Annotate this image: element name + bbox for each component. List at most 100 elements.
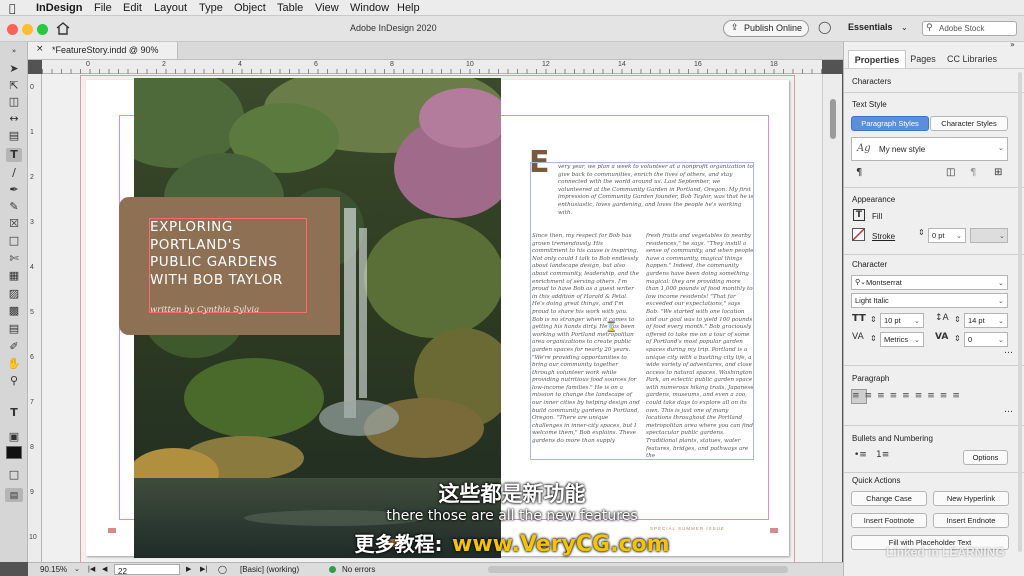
free-transform-tool-icon[interactable]: ▦: [6, 269, 22, 283]
content-collector-icon[interactable]: ▤: [6, 129, 22, 143]
more-options-icon[interactable]: ⊞: [994, 167, 1002, 178]
minimize-window-button[interactable]: [22, 24, 33, 35]
menu-help[interactable]: Help: [397, 2, 420, 14]
direct-selection-tool-icon[interactable]: ⇱: [6, 79, 22, 93]
numbered-list-icon[interactable]: 1≡: [876, 450, 889, 460]
hand-tool-icon[interactable]: ✋: [6, 357, 22, 371]
line-tool-icon[interactable]: ∕: [6, 166, 22, 180]
rectangle-frame-tool-icon[interactable]: ☒: [6, 217, 22, 231]
font-style-select[interactable]: Light Italic ⌄: [851, 293, 1008, 308]
fill-swatch[interactable]: [6, 446, 22, 459]
stroke-weight-stepper[interactable]: ⇕: [918, 228, 925, 237]
text-style-heading: Text Style: [852, 100, 887, 109]
bulleted-list-icon[interactable]: •≡: [854, 450, 867, 460]
leading-stepper[interactable]: ⇕: [954, 315, 961, 324]
workspace-switcher[interactable]: Essentials ⌄: [848, 22, 908, 32]
paragraph-style-select[interactable]: Ag My new style ⌄: [851, 137, 1008, 161]
character-styles-tab[interactable]: Character Styles: [930, 116, 1008, 131]
publish-online-button[interactable]: ⇪ Publish Online: [723, 20, 809, 37]
font-family-select[interactable]: ⚲⌄ Montserrat ⌄: [851, 275, 1008, 290]
tab-pages[interactable]: Pages: [906, 50, 940, 68]
publish-icon: ⇪: [731, 23, 739, 33]
rectangle-tool-icon[interactable]: □: [6, 234, 22, 248]
note-tool-icon[interactable]: ▤: [6, 322, 22, 336]
leading-field[interactable]: 14 pt ⌄: [964, 313, 1008, 328]
stroke-label[interactable]: Stroke: [872, 232, 895, 241]
font-size-stepper[interactable]: ⇕: [870, 315, 877, 324]
page-tool-icon[interactable]: ◫: [6, 95, 22, 109]
stock-search-input[interactable]: ⚲ Adobe Stock: [922, 21, 1017, 36]
page-number-field[interactable]: 22: [114, 564, 180, 576]
kerning-stepper[interactable]: ⇕: [870, 334, 877, 343]
paragraph-heading: Paragraph: [852, 374, 890, 383]
preflight-status[interactable]: No errors: [342, 565, 375, 574]
divider: [844, 68, 1024, 69]
tab-cc-libraries[interactable]: CC Libraries: [942, 50, 1002, 68]
tab-properties[interactable]: Properties: [848, 50, 906, 68]
prev-page-icon[interactable]: ◀: [102, 565, 107, 573]
create-style-icon[interactable]: ◫: [946, 167, 955, 178]
font-style-value: Light Italic: [855, 296, 889, 305]
next-page-icon[interactable]: ▶: [186, 565, 191, 573]
first-page-icon[interactable]: |◀: [88, 565, 95, 573]
horizontal-scrollbar[interactable]: [488, 566, 788, 573]
character-more-icon[interactable]: …: [1004, 346, 1013, 356]
home-icon[interactable]: [56, 22, 70, 35]
paragraph-more-icon[interactable]: …: [1004, 405, 1013, 415]
pen-tool-icon[interactable]: ✒: [6, 183, 22, 197]
chevron-down-icon[interactable]: ⌄: [74, 565, 80, 573]
app-menu[interactable]: InDesign: [36, 2, 82, 14]
selection-tool-icon[interactable]: ➤: [6, 62, 22, 76]
menu-edit[interactable]: Edit: [123, 2, 142, 14]
menu-layout[interactable]: Layout: [154, 2, 187, 14]
fill-stroke-swap-icon[interactable]: T: [6, 406, 22, 420]
document-tab[interactable]: × *FeatureStory.indd @ 90%: [28, 42, 178, 59]
last-page-icon[interactable]: ▶|: [200, 565, 207, 573]
gradient-feather-tool-icon[interactable]: ▩: [6, 304, 22, 318]
stroke-weight-value: 0 pt: [932, 231, 945, 240]
stroke-weight-field[interactable]: 0 pt ⌄: [928, 228, 966, 243]
eyedropper-tool-icon[interactable]: ✐: [6, 340, 22, 354]
style-state[interactable]: [Basic] (working): [240, 565, 299, 574]
ruler-tick: 0: [30, 84, 34, 91]
font-size-field[interactable]: 10 pt ⌄: [880, 313, 924, 328]
menu-file[interactable]: File: [94, 2, 112, 14]
close-window-button[interactable]: [7, 24, 18, 35]
menu-table[interactable]: Table: [277, 2, 303, 14]
title-box[interactable]: EXPLORING PORTLAND'S PUBLIC GARDENS WITH…: [119, 197, 340, 335]
panel-menu-icon[interactable]: »: [1010, 40, 1015, 49]
scissors-tool-icon[interactable]: ✄: [6, 252, 22, 266]
bulb-icon[interactable]: ◯: [818, 20, 831, 34]
pencil-tool-icon[interactable]: ✎: [6, 200, 22, 214]
title-line: PUBLIC GARDENS: [150, 254, 278, 270]
tracking-stepper[interactable]: ⇕: [954, 334, 961, 343]
zoom-tool-icon[interactable]: ⚲: [6, 374, 22, 388]
formatting-container-icon[interactable]: ▣: [6, 430, 22, 444]
apple-icon[interactable]: : [9, 2, 16, 15]
type-tool-icon[interactable]: T: [6, 148, 22, 162]
stroke-type-select[interactable]: ⌄: [970, 228, 1008, 243]
bullets-options-button[interactable]: Options: [963, 450, 1008, 465]
scroll-thumb[interactable]: [830, 99, 836, 139]
collapse-toolbar-icon[interactable]: »: [6, 44, 22, 58]
menu-type[interactable]: Type: [199, 2, 223, 14]
zoom-level[interactable]: 90.15%: [40, 565, 67, 574]
kerning-field[interactable]: Metrics ⌄: [880, 332, 924, 347]
paragraph-mark-icon[interactable]: ¶: [856, 167, 862, 178]
fill-type-icon[interactable]: T: [853, 209, 865, 221]
menu-view[interactable]: View: [315, 2, 339, 14]
paragraph-styles-tab[interactable]: Paragraph Styles: [851, 116, 929, 131]
app-titlebar: Adobe InDesign 2020 ⇪ Publish Online ◯ E…: [0, 16, 1024, 42]
stroke-none-icon[interactable]: [852, 228, 865, 241]
horizontal-ruler[interactable]: 0 2 4 6 8 10 12 14 16 18: [42, 60, 822, 74]
gradient-swatch-tool-icon[interactable]: ▨: [6, 287, 22, 301]
menu-object[interactable]: Object: [234, 2, 266, 14]
tracking-field[interactable]: 0 ⌄: [964, 332, 1008, 347]
close-icon[interactable]: ×: [36, 44, 44, 54]
zoom-window-button[interactable]: [37, 24, 48, 35]
menu-window[interactable]: Window: [350, 2, 389, 14]
clear-overrides-icon[interactable]: ¶: [970, 167, 976, 178]
gap-tool-icon[interactable]: ↔: [6, 112, 22, 126]
open-page-icon[interactable]: ◯: [218, 565, 227, 574]
workspace-label: Essentials: [848, 22, 893, 32]
